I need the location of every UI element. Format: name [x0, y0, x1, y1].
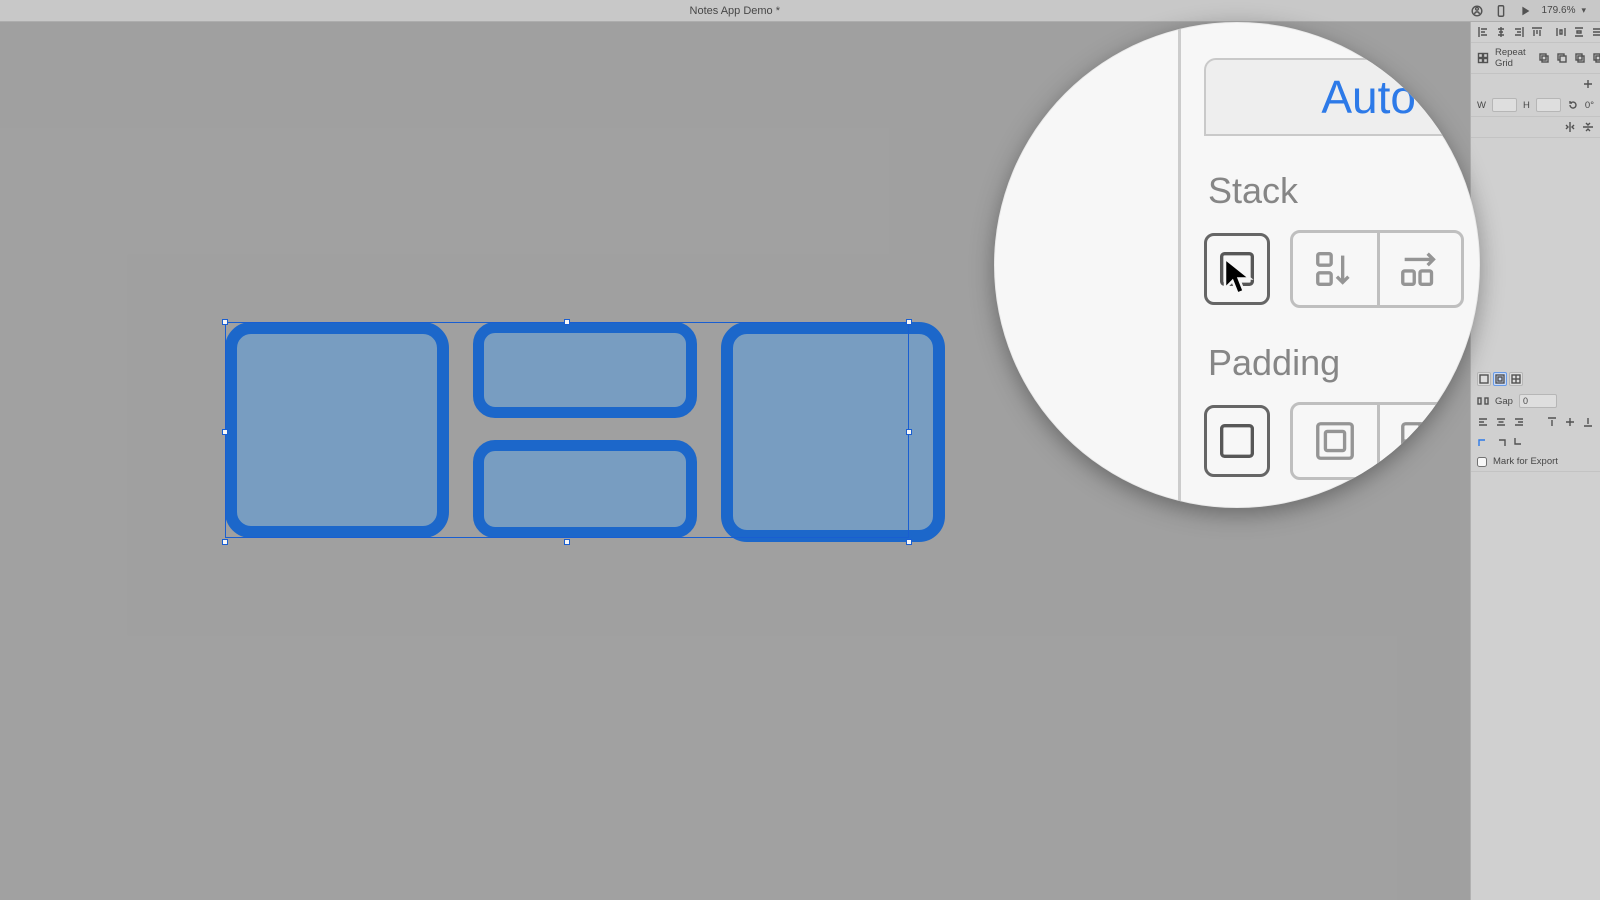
rounded-rect-shape[interactable]	[473, 322, 697, 418]
stack-direction-segment[interactable]	[1290, 230, 1464, 308]
selection-handle[interactable]	[222, 429, 228, 435]
device-preview-icon[interactable]	[1494, 4, 1508, 18]
selection-handle[interactable]	[906, 539, 912, 545]
constraint-row	[1471, 432, 1600, 452]
responsive-row	[1471, 368, 1600, 390]
text-align-center-icon[interactable]	[1495, 416, 1507, 428]
rotation-reset-icon[interactable]	[1567, 99, 1579, 111]
magnifier-panel-divider	[1178, 22, 1181, 508]
responsive-auto-label: Auto	[1321, 70, 1416, 124]
align-right-icon[interactable]	[1513, 26, 1525, 38]
stack-vertical-button[interactable]	[1293, 233, 1377, 305]
play-prototype-icon[interactable]	[1518, 4, 1532, 18]
padding-same-button[interactable]	[1293, 405, 1377, 477]
mark-export-label: Mark for Export	[1493, 456, 1558, 467]
pin-tr-icon[interactable]	[1495, 436, 1507, 448]
app-titlebar: Notes App Demo * 179.6% ▾	[0, 0, 1600, 22]
rotation-value[interactable]: 0°	[1585, 100, 1594, 111]
zoom-level[interactable]: 179.6%	[1542, 5, 1576, 16]
selection-handle[interactable]	[564, 319, 570, 325]
boolean-subtract-icon[interactable]	[1556, 52, 1568, 64]
rounded-rect-shape[interactable]	[225, 322, 449, 538]
selection-handle[interactable]	[222, 319, 228, 325]
magnifier-lens-overlay: Auto Stack Padding	[994, 22, 1480, 508]
responsive-toggle[interactable]	[1477, 372, 1523, 386]
selection-handle[interactable]	[222, 539, 228, 545]
selection-handle[interactable]	[906, 319, 912, 325]
more-align-icon[interactable]	[1591, 26, 1600, 38]
padding-none-button[interactable]	[1204, 405, 1270, 477]
boolean-add-icon[interactable]	[1538, 52, 1550, 64]
boolean-intersect-icon[interactable]	[1574, 52, 1586, 64]
distribute-h-icon[interactable]	[1555, 26, 1567, 38]
valign-middle-icon[interactable]	[1564, 416, 1576, 428]
valign-top-icon[interactable]	[1546, 416, 1558, 428]
flip-h-icon[interactable]	[1564, 121, 1576, 133]
document-title: Notes App Demo *	[0, 5, 1470, 17]
align-hcenter-icon[interactable]	[1495, 26, 1507, 38]
add-icon[interactable]	[1582, 78, 1594, 90]
boolean-exclude-icon[interactable]	[1592, 52, 1600, 64]
valign-bottom-icon[interactable]	[1582, 416, 1594, 428]
gap-row: Gap 0	[1471, 390, 1600, 412]
selection-handle[interactable]	[906, 429, 912, 435]
responsive-manual-icon[interactable]	[1509, 372, 1523, 386]
align-row	[1471, 22, 1600, 43]
text-align-right-icon[interactable]	[1513, 416, 1525, 428]
flip-v-icon[interactable]	[1582, 121, 1594, 133]
rounded-rect-shape[interactable]	[473, 440, 697, 538]
stack-horizontal-button[interactable]	[1377, 233, 1461, 305]
height-input[interactable]	[1536, 98, 1561, 112]
responsive-auto-icon[interactable]	[1493, 372, 1507, 386]
zoom-dropdown-icon[interactable]: ▾	[1581, 5, 1586, 16]
padding-section-label: Padding	[1208, 342, 1464, 384]
gap-input[interactable]: 0	[1519, 394, 1558, 408]
inspector-panel: Repeat Grid W H 0° Gap 0	[1470, 22, 1600, 900]
distribute-v-icon[interactable]	[1573, 26, 1585, 38]
padding-mode-segment[interactable]	[1290, 402, 1464, 480]
export-row: Mark for Export	[1471, 452, 1600, 472]
component-row	[1471, 74, 1600, 94]
repeat-grid-row: Repeat Grid	[1471, 43, 1600, 74]
cursor-pointer-icon	[1220, 256, 1260, 301]
align-top-icon[interactable]	[1531, 26, 1543, 38]
width-input[interactable]	[1492, 98, 1517, 112]
canvas-selection-group[interactable]	[225, 322, 909, 542]
height-label: H	[1523, 100, 1530, 111]
transform-row-1: W H 0°	[1471, 94, 1600, 117]
gap-label: Gap	[1495, 396, 1513, 407]
pin-bl-icon[interactable]	[1513, 436, 1525, 448]
cloud-sync-icon[interactable]	[1470, 4, 1484, 18]
repeat-grid-label: Repeat Grid	[1495, 47, 1526, 69]
flip-row	[1471, 117, 1600, 138]
padding-separate-button[interactable]	[1377, 405, 1461, 477]
stack-section-label: Stack	[1208, 170, 1464, 212]
responsive-resize-auto-button[interactable]: Auto	[1204, 58, 1464, 136]
selection-handle[interactable]	[564, 539, 570, 545]
text-align-row	[1471, 412, 1600, 432]
